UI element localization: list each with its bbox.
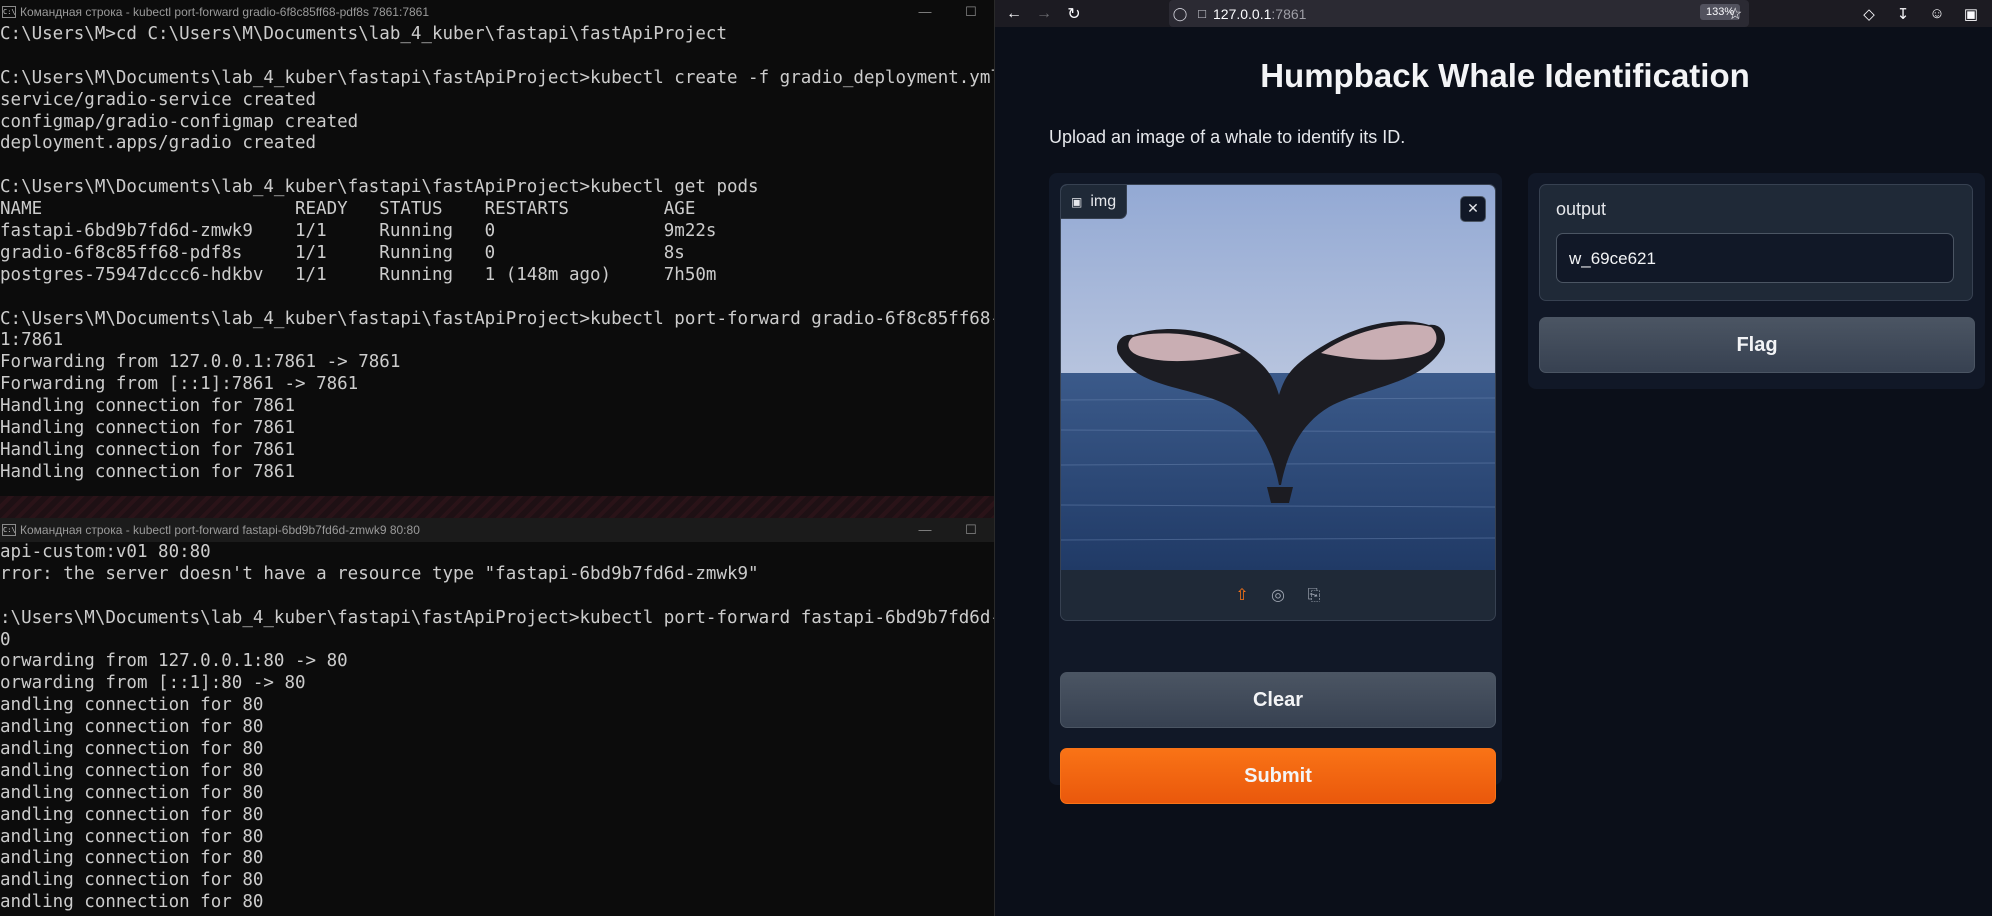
terminal-title: Командная строка - kubectl port-forward … [20, 5, 430, 19]
terminal-line: Handling connection for 7861 [0, 418, 296, 439]
terminal-line: orwarding from 127.0.0.1:80 -> 80 [0, 651, 348, 672]
page-description: Upload an image of a whale to identify i… [1049, 127, 1406, 147]
image-source-toolbar: ⇧ ◎ ⎘ [1061, 570, 1495, 620]
submit-button[interactable]: Submit [1060, 748, 1496, 804]
image-input-label: ▣ img [1061, 185, 1128, 219]
maximize-icon[interactable]: ☐ [948, 0, 994, 24]
back-icon[interactable]: ← [999, 5, 1029, 23]
terminal-line: C:\Users\M\Documents\lab_4_kuber\fastapi… [0, 177, 759, 198]
terminal-line: fastapi-6bd9b7fd6d-zmwk9 1/1 Running 0 9… [0, 221, 717, 242]
input-panel: ▣ img ✕ ⇧ ◎ ⎘ Clear Submit [1049, 173, 1502, 804]
desktop-wallpaper-strip [0, 496, 994, 518]
extensions-icon[interactable]: ▣ [1954, 5, 1988, 23]
clipboard-icon[interactable]: ⎘ [1303, 584, 1325, 606]
output-label: output [1556, 199, 1607, 219]
forward-icon[interactable]: → [1029, 5, 1059, 23]
browser-toolbar: ← → ↻ ◯ □ 127.0.0.1:7861 133% ☆ ◇ ↧ ☺ ▣ [995, 0, 1992, 27]
terminal-line: andling connection for 80 [0, 739, 264, 760]
reload-icon[interactable]: ↻ [1059, 4, 1089, 24]
terminal-output[interactable]: C:\Users\M>cd C:\Users\M\Documents\lab_4… [0, 24, 994, 484]
minimize-icon[interactable]: — [902, 518, 948, 542]
terminal-line: deployment.apps/gradio created [0, 133, 317, 154]
terminal-line: api-custom:v01 80:80 [0, 542, 211, 562]
address-bar[interactable]: ◯ □ 127.0.0.1:7861 133% ☆ [1169, 0, 1749, 27]
terminal-line: Handling connection for 7861 [0, 461, 296, 482]
terminal-line: C:\Users\M>cd C:\Users\M\Documents\lab_4… [0, 24, 727, 44]
account-icon[interactable]: ☺ [1920, 5, 1954, 22]
terminal-line: 1:7861 [0, 330, 64, 351]
browser-window: ← → ↻ ◯ □ 127.0.0.1:7861 133% ☆ ◇ ↧ ☺ ▣ … [994, 0, 1992, 916]
terminal-line: Handling connection for 7861 [0, 396, 296, 417]
terminal-line: service/gradio-service created [0, 89, 317, 110]
terminal-titlebar[interactable]: C:\ Командная строка - kubectl port-forw… [0, 518, 994, 542]
terminal-output[interactable]: api-custom:v01 80:80 rror: the server doe… [0, 542, 994, 914]
terminal-line: orwarding from [::1]:80 -> 80 [0, 673, 306, 694]
terminal-line: NAME READY STATUS RESTARTS AGE [0, 199, 696, 220]
bookmark-star-icon[interactable]: ☆ [1728, 4, 1742, 24]
shield-icon[interactable]: ◯ [1169, 6, 1191, 22]
whale-tail-image [1061, 185, 1495, 570]
terminal-line: Forwarding from 127.0.0.1:7861 -> 7861 [0, 352, 401, 373]
pocket-icon[interactable]: ◇ [1852, 5, 1886, 23]
terminal-line: andling connection for 80 [0, 892, 264, 913]
terminal-line: Forwarding from [::1]:7861 -> 7861 [0, 374, 359, 395]
minimize-icon[interactable]: — [902, 0, 948, 24]
terminal-line: andling connection for 80 [0, 826, 264, 847]
gradio-app: Humpback Whale Identification Upload an … [995, 27, 1992, 916]
terminal-line: andling connection for 80 [0, 717, 264, 738]
page-icon[interactable]: □ [1191, 6, 1213, 21]
terminal-window-gradio[interactable]: C:\ Командная строка - kubectl port-forw… [0, 0, 994, 496]
terminal-line: C:\Users\M\Documents\lab_4_kuber\fastapi… [0, 308, 994, 329]
terminal-window-fastapi[interactable]: C:\ Командная строка - kubectl port-forw… [0, 518, 994, 916]
maximize-icon[interactable]: ☐ [948, 518, 994, 542]
upload-icon[interactable]: ⇧ [1231, 584, 1253, 606]
terminal-title: Командная строка - kubectl port-forward … [20, 523, 420, 537]
terminal-line: C:\Users\M\Documents\lab_4_kuber\fastapi… [0, 67, 994, 88]
terminal-line: gradio-6f8c85ff68-pdf8s 1/1 Running 0 8s [0, 242, 685, 263]
terminal-line: :\Users\M\Documents\lab_4_kuber\fastapi\… [0, 607, 994, 628]
terminal-line: 0 [0, 629, 11, 650]
url-port: :7861 [1271, 5, 1307, 22]
cmd-icon: C:\ [2, 6, 16, 18]
terminal-line: andling connection for 80 [0, 848, 264, 869]
terminal-line: Handling connection for 7861 [0, 439, 296, 460]
output-field[interactable]: w_69ce621 [1556, 233, 1954, 283]
output-textbox: output w_69ce621 [1539, 184, 1973, 301]
downloads-icon[interactable]: ↧ [1886, 5, 1920, 23]
output-panel: output w_69ce621 Flag [1528, 173, 1985, 389]
terminal-line: andling connection for 80 [0, 804, 264, 825]
image-input[interactable]: ▣ img ✕ ⇧ ◎ ⎘ [1060, 184, 1496, 621]
image-icon: ▣ [1071, 194, 1083, 209]
terminal-line: rror: the server doesn't have a resource… [0, 563, 759, 584]
terminal-line: andling connection for 80 [0, 695, 264, 716]
terminal-line: postgres-75947dccc6-hdkbv 1/1 Running 1 … [0, 264, 717, 285]
url-host: 127.0.0.1 [1213, 5, 1272, 22]
flag-button[interactable]: Flag [1539, 317, 1975, 373]
terminal-titlebar[interactable]: C:\ Командная строка - kubectl port-forw… [0, 0, 994, 24]
terminal-line: configmap/gradio-configmap created [0, 111, 359, 132]
terminal-line: andling connection for 80 [0, 870, 264, 891]
page-title: Humpback Whale Identification [1260, 57, 1750, 94]
webcam-icon[interactable]: ◎ [1267, 584, 1289, 606]
clear-button[interactable]: Clear [1060, 672, 1496, 728]
terminal-line: andling connection for 80 [0, 782, 264, 803]
close-icon[interactable]: ✕ [1460, 196, 1486, 222]
cmd-icon: C:\ [2, 524, 16, 536]
terminal-line: andling connection for 80 [0, 760, 264, 781]
